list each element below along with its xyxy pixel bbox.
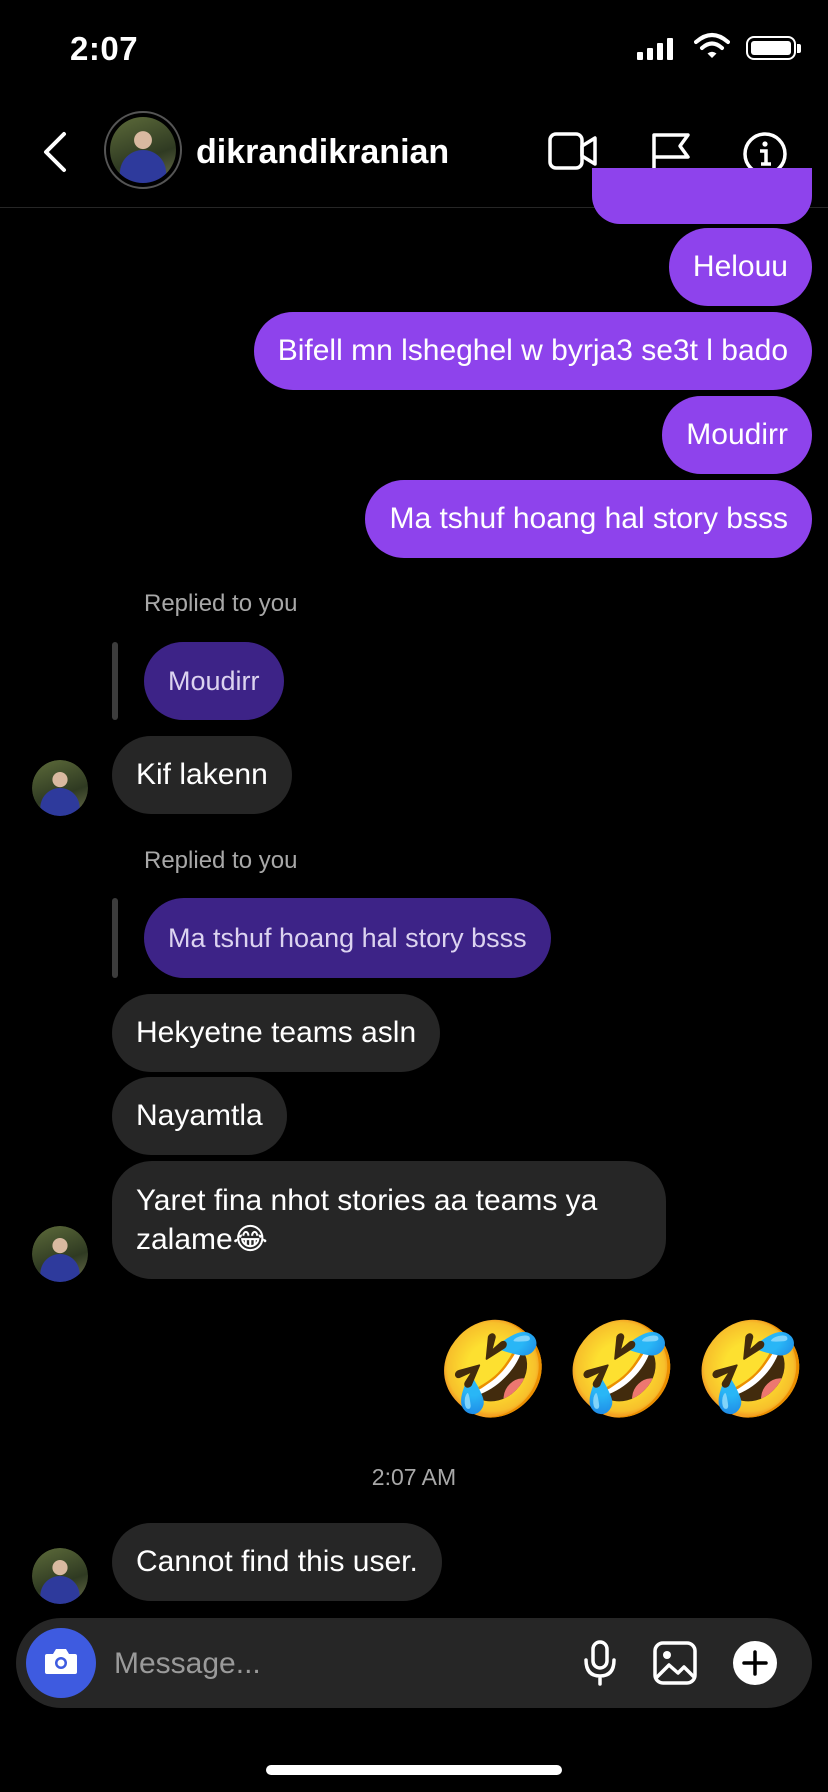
wifi-icon <box>694 32 730 65</box>
gallery-icon[interactable] <box>652 1640 698 1691</box>
microphone-icon[interactable] <box>582 1640 618 1691</box>
reply-divider <box>112 898 118 978</box>
camera-icon <box>43 1646 79 1681</box>
header-username[interactable]: dikrandikranian <box>196 133 449 172</box>
sent-message[interactable]: Helouu <box>668 228 812 306</box>
message-timestamp: 2:07 AM <box>371 1464 457 1490</box>
reply-label: Replied to you <box>144 847 298 874</box>
reply-divider <box>112 642 118 720</box>
sent-emoji-message[interactable]: 🤣🤣🤣 <box>436 1320 822 1420</box>
contact-avatar[interactable] <box>32 1226 88 1282</box>
sent-message-partial[interactable] <box>592 168 812 224</box>
reply-quote[interactable]: Ma tshuf hoang hal story bsss <box>144 898 551 978</box>
battery-icon <box>746 36 801 60</box>
sent-message[interactable]: Bifell mn lsheghel w byrja3 se3t l bado <box>253 312 812 390</box>
sent-message[interactable]: Moudirr <box>662 396 812 474</box>
message-line: Yaret fina nhot stories aa teams ya <box>136 1184 598 1217</box>
contact-avatar[interactable] <box>32 760 88 816</box>
sent-message[interactable]: Ma tshuf hoang hal story bsss <box>365 480 812 558</box>
received-message[interactable]: Hekyetne teams asln <box>112 994 441 1072</box>
video-call-icon[interactable] <box>548 131 598 176</box>
contact-avatar[interactable] <box>32 1548 88 1604</box>
home-indicator[interactable] <box>266 1765 562 1775</box>
received-message[interactable]: Cannot find this user. <box>112 1523 442 1601</box>
message-composer <box>16 1618 812 1710</box>
received-message[interactable]: Nayamtla <box>112 1077 287 1155</box>
back-chevron-icon[interactable] <box>40 131 70 178</box>
plus-icon[interactable] <box>732 1640 778 1691</box>
cellular-signal-icon <box>637 38 673 60</box>
reply-label: Replied to you <box>144 590 298 617</box>
message-line: zalame😂 <box>136 1223 268 1256</box>
received-message-multiline[interactable]: Yaret fina nhot stories aa teams ya zala… <box>112 1161 666 1279</box>
message-input[interactable] <box>112 1618 496 1710</box>
reply-quote[interactable]: Moudirr <box>144 642 284 720</box>
header-avatar[interactable] <box>104 111 182 189</box>
status-time: 2:07 <box>70 30 139 67</box>
received-message[interactable]: Kif lakenn <box>112 736 292 814</box>
camera-button[interactable] <box>26 1628 96 1698</box>
